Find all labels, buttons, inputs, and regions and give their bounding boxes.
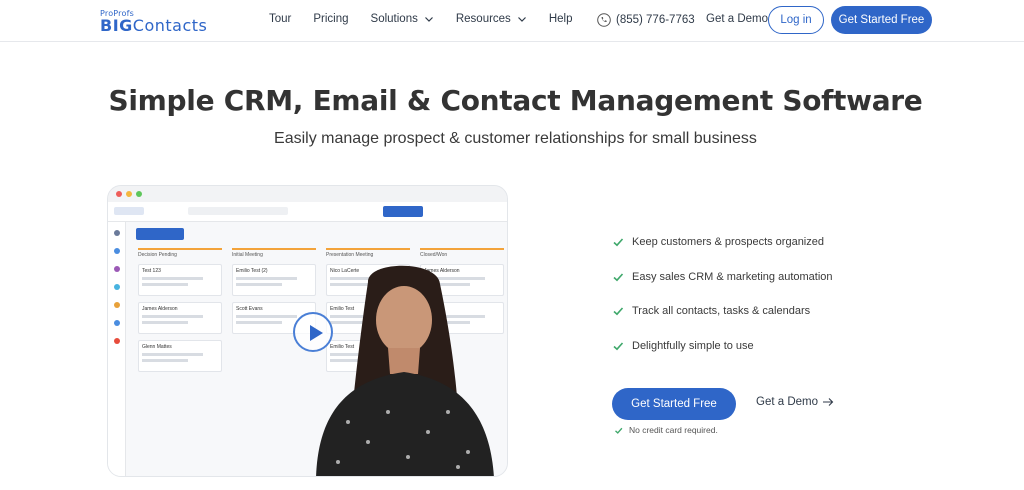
bigcontacts-logo[interactable]: ProProfs BIGContacts (100, 9, 240, 35)
feature-item: Keep customers & prospects organized (612, 236, 824, 248)
menu-label-help: Help (548, 13, 573, 25)
note-text: No credit card required. (629, 425, 718, 435)
feature-text: Track all contacts, tasks & calendars (632, 305, 811, 317)
get-started-nav-button[interactable]: Get Started Free (831, 6, 932, 34)
deal-name: Emilio Test (2) (236, 268, 268, 274)
check-icon (613, 342, 624, 351)
top-nav: ProProfs BIGContacts Tour Pricing Soluti… (0, 0, 1024, 42)
window-dot-yellow (126, 191, 132, 197)
menu-item-tour[interactable]: Tour (269, 13, 291, 25)
window-dot-green (136, 191, 142, 197)
column-title: Decision Pending (138, 248, 222, 258)
column-title: Initial Meeting (232, 248, 316, 258)
logo-wordmark: BIGContacts (100, 16, 207, 35)
phone-number: (855) 776-7763 (616, 14, 695, 26)
main-menu: Tour Pricing Solutions Resources Help (269, 13, 594, 25)
menu-item-solutions[interactable]: Solutions (371, 13, 434, 25)
get-started-button[interactable]: Get Started Free (612, 388, 736, 420)
deal-card: Emilio Test (2) (232, 264, 316, 296)
deal-name: James Alderson (142, 306, 178, 312)
deal-name: Glenn Mattes (142, 344, 172, 350)
get-demo-link[interactable]: Get a Demo (706, 13, 768, 25)
chevron-down-icon (517, 17, 526, 22)
feature-item: Easy sales CRM & marketing automation (612, 271, 833, 283)
menu-label-pricing: Pricing (313, 13, 349, 25)
phone-link[interactable]: (855) 776-7763 (597, 13, 695, 27)
check-icon (613, 307, 624, 316)
feature-text: Easy sales CRM & marketing automation (632, 271, 833, 283)
menu-label-solutions: Solutions (370, 13, 418, 25)
get-demo-link[interactable]: Get a Demo (756, 396, 834, 408)
feature-item: Track all contacts, tasks & calendars (612, 305, 810, 317)
column-title: Closed/Won (420, 248, 504, 258)
hero-subtitle: Easily manage prospect & customer relati… (274, 130, 757, 147)
login-button[interactable]: Log in (768, 6, 824, 34)
menu-item-help[interactable]: Help (549, 13, 573, 25)
feature-text: Delightfully simple to use (632, 340, 754, 352)
no-credit-card-note: No credit card required. (614, 425, 718, 435)
deal-card: Test 123 (138, 264, 222, 296)
deal-card: Glenn Mattes (138, 340, 222, 372)
logo-light: Contacts (132, 16, 208, 35)
hero-title: Simple CRM, Email & Contact Management S… (108, 84, 923, 117)
window-dot-red (116, 191, 122, 197)
play-button[interactable] (293, 312, 333, 352)
logo-bold: BIG (100, 16, 133, 35)
menu-item-resources[interactable]: Resources (456, 13, 527, 25)
feature-text: Keep customers & prospects organized (632, 236, 824, 248)
check-icon (613, 273, 624, 282)
demo-label: Get a Demo (756, 396, 818, 408)
product-video[interactable]: Decision Pending Test 123 James Alderson… (107, 185, 508, 477)
menu-label-resources: Resources (455, 13, 511, 25)
phone-icon (597, 13, 611, 27)
check-icon (615, 427, 623, 434)
pipeline-column: Decision Pending Test 123 James Alderson… (138, 248, 222, 372)
deal-name: Test 123 (142, 268, 161, 274)
chevron-down-icon (424, 17, 433, 22)
window-bar (108, 186, 507, 202)
arrow-right-icon (823, 398, 834, 406)
feature-item: Delightfully simple to use (612, 340, 754, 352)
presenter-image (316, 265, 494, 476)
menu-item-pricing[interactable]: Pricing (313, 13, 348, 25)
app-sidebar (108, 222, 126, 476)
menu-label-tour: Tour (269, 13, 292, 25)
deal-card: James Alderson (138, 302, 222, 334)
app-header (108, 202, 507, 222)
deal-name: Scott Evans (236, 306, 263, 312)
check-icon (613, 238, 624, 247)
column-title: Presentation Meeting (326, 248, 410, 258)
